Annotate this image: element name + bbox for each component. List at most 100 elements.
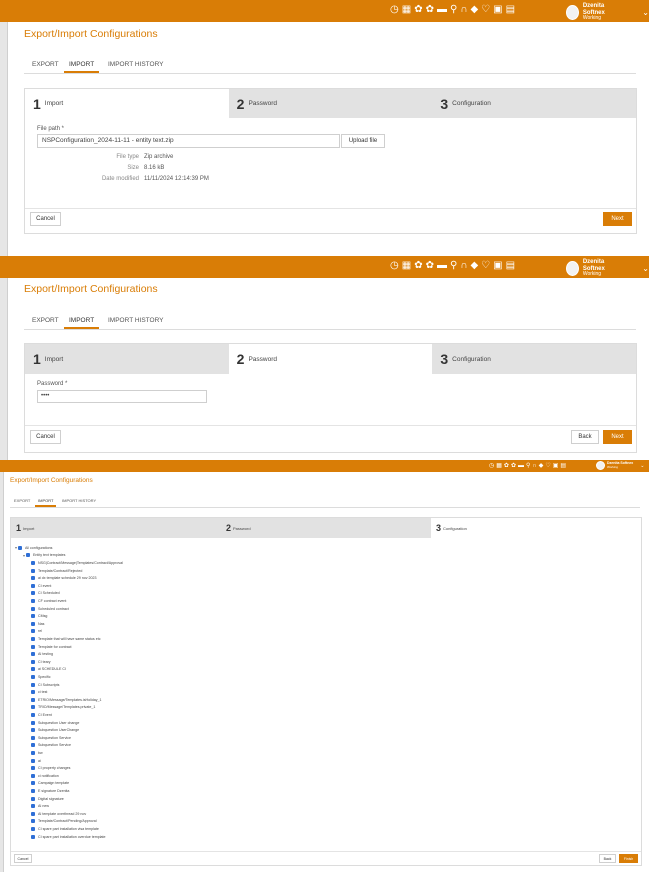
step-password[interactable]: 2 Password: [221, 518, 431, 538]
checkbox-icon[interactable]: [31, 720, 35, 725]
tree-item[interactable]: Nas: [31, 620, 44, 628]
calendar-icon[interactable]: ▣: [553, 462, 559, 469]
checkbox-icon[interactable]: [31, 690, 35, 695]
checkbox-icon[interactable]: [31, 568, 35, 573]
flower-icon[interactable]: ✿: [504, 462, 509, 469]
tab-import-history[interactable]: IMPORT HISTORY: [62, 497, 96, 505]
checkbox-icon[interactable]: [31, 826, 35, 831]
checkbox-icon[interactable]: [31, 766, 35, 771]
headset-icon[interactable]: ∩: [460, 4, 467, 15]
step-password[interactable]: 2 Password: [228, 344, 433, 374]
tree-item[interactable]: Template/Contract/Pending/Approval: [31, 818, 97, 826]
tab-import[interactable]: IMPORT: [35, 497, 57, 507]
tree-item[interactable]: Template for contract: [31, 643, 72, 651]
flower-icon[interactable]: ✿: [511, 462, 516, 469]
map-icon[interactable]: ▦: [402, 4, 411, 15]
step-import[interactable]: 1 Import: [25, 344, 229, 374]
checkbox-icon[interactable]: [31, 636, 35, 641]
map-icon[interactable]: ▦: [402, 260, 411, 271]
chevron-down-icon[interactable]: ⌄: [640, 463, 644, 469]
tree-item[interactable]: CI spare part installation overdue templ…: [31, 833, 106, 841]
tag-icon[interactable]: ◆: [470, 260, 478, 271]
checkbox-icon[interactable]: [31, 834, 35, 839]
checkbox-icon[interactable]: [31, 811, 35, 816]
tab-import-history[interactable]: IMPORT HISTORY: [108, 314, 164, 327]
heart-icon[interactable]: ♡: [481, 260, 490, 271]
tree-item[interactable]: CMsg: [31, 612, 47, 620]
checkbox-icon[interactable]: [31, 560, 35, 565]
flower-icon[interactable]: ✿: [426, 4, 434, 15]
chat-icon[interactable]: ▤: [560, 462, 566, 469]
checkbox-icon[interactable]: [31, 773, 35, 778]
tree-item[interactable]: AI testing: [31, 650, 53, 658]
tree-item[interactable]: E signature Dzenita: [31, 787, 69, 795]
clock-icon[interactable]: ◷: [390, 4, 399, 15]
tree-item[interactable]: Digital signature: [31, 795, 64, 803]
step-configuration[interactable]: 3 Configuration: [432, 89, 637, 118]
search-icon[interactable]: ⚲: [450, 4, 457, 15]
tree-item[interactable]: ai: [31, 757, 41, 765]
tree-item[interactable]: AI template overthread 29 nov: [31, 810, 86, 818]
tree-item[interactable]: ai SCHEDULE CI: [31, 666, 66, 674]
checkbox-icon[interactable]: [31, 728, 35, 733]
step-configuration[interactable]: 3 Configuration: [431, 518, 641, 538]
tree-item[interactable]: CF contract event: [31, 597, 66, 605]
step-password[interactable]: 2 Password: [228, 89, 433, 118]
back-button[interactable]: Back: [599, 854, 616, 863]
collapse-icon[interactable]: ▾: [23, 553, 25, 558]
next-button[interactable]: Next: [603, 430, 632, 444]
chevron-down-icon[interactable]: ⌄: [642, 8, 649, 17]
checkbox-icon[interactable]: [31, 576, 35, 581]
tab-import-history[interactable]: IMPORT HISTORY: [108, 58, 164, 71]
cancel-button[interactable]: Cancel: [30, 212, 61, 226]
tree-item[interactable]: CI property changes: [31, 764, 70, 772]
checkbox-icon[interactable]: [31, 591, 35, 596]
checkbox-icon[interactable]: [18, 545, 23, 550]
checkbox-icon[interactable]: [31, 819, 35, 824]
tree-item[interactable]: ci test: [31, 688, 47, 696]
tree-item[interactable]: AI new: [31, 802, 49, 810]
tree-item[interactable]: ETRIO/Message/Templates.isHoliday_1: [31, 696, 102, 704]
checkbox-icon[interactable]: [31, 682, 35, 687]
heart-icon[interactable]: ♡: [481, 4, 490, 15]
card-icon[interactable]: ▬: [518, 463, 524, 469]
checkbox-icon[interactable]: [31, 788, 35, 793]
tree-item[interactable]: Template that will have same status etc: [31, 635, 101, 643]
tab-import[interactable]: IMPORT: [64, 58, 100, 73]
checkbox-icon[interactable]: [31, 652, 35, 657]
finish-button[interactable]: Finish: [619, 854, 638, 863]
user-menu[interactable]: Dzenita Softnex Working ⌄: [566, 3, 649, 22]
tree-item[interactable]: TRIO/Message/Templates.private_1: [31, 704, 95, 712]
upload-file-button[interactable]: Upload file: [341, 134, 385, 148]
checkbox-icon[interactable]: [31, 606, 35, 611]
card-icon[interactable]: ▬: [437, 4, 447, 15]
flower-icon[interactable]: ✿: [414, 260, 422, 271]
cancel-button[interactable]: Cancel: [30, 430, 61, 444]
next-button[interactable]: Next: [603, 212, 632, 226]
checkbox-icon[interactable]: [31, 705, 35, 710]
calendar-icon[interactable]: ▣: [493, 260, 502, 271]
step-import[interactable]: 1 Import: [25, 89, 229, 118]
tag-icon[interactable]: ◆: [539, 462, 544, 469]
tree-item[interactable]: bw: [31, 749, 43, 757]
password-field[interactable]: ••••: [37, 390, 207, 403]
checkbox-icon[interactable]: [31, 750, 35, 755]
tree-item[interactable]: CI event: [31, 582, 51, 590]
user-menu[interactable]: Dzenita Softnex Working ⌄: [566, 259, 649, 278]
headset-icon[interactable]: ∩: [460, 260, 467, 271]
tree-item[interactable]: Template/Contract/Rejected: [31, 567, 82, 575]
checkbox-icon[interactable]: [31, 598, 35, 603]
clock-icon[interactable]: ◷: [390, 260, 399, 271]
tree-root[interactable]: ▾ All configurations: [15, 544, 52, 552]
checkbox-icon[interactable]: [31, 735, 35, 740]
user-menu[interactable]: Dzenita Softnex Working ⌄: [596, 461, 644, 470]
chevron-down-icon[interactable]: ⌄: [642, 264, 649, 273]
tab-export[interactable]: EXPORT: [14, 497, 30, 505]
checkbox-icon[interactable]: [31, 804, 35, 809]
search-icon[interactable]: ⚲: [526, 462, 530, 469]
checkbox-icon[interactable]: [31, 583, 35, 588]
tab-export[interactable]: EXPORT: [32, 58, 59, 71]
checkbox-icon[interactable]: [31, 758, 35, 763]
tree-item[interactable]: ci notification: [31, 772, 59, 780]
tree-item[interactable]: Subquestion User change: [31, 719, 79, 727]
